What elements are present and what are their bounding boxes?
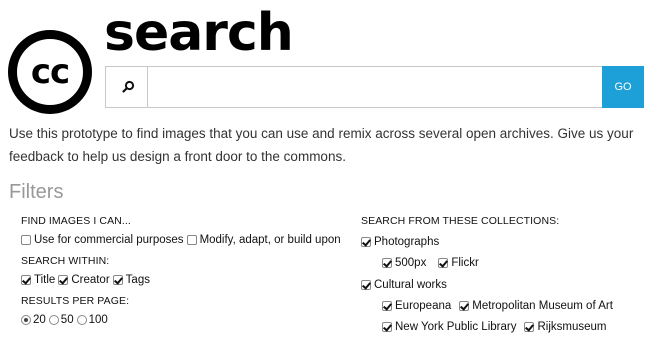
commercial-use-label: Use for commercial purposes (34, 234, 184, 246)
cultural-works-checkbox[interactable] (361, 280, 371, 290)
results-20-option[interactable]: 20 (21, 311, 46, 329)
met-museum-checkbox[interactable] (459, 301, 470, 311)
europeana-checkbox[interactable] (382, 301, 392, 311)
creator-option[interactable]: Creator (58, 271, 110, 289)
page-title: search (104, 3, 294, 63)
commercial-use-checkbox[interactable] (21, 235, 31, 245)
cultural-works-sources-1: Europeana Metropolitan Museum of Art (361, 297, 616, 315)
cultural-works-row: Cultural works (361, 276, 616, 294)
cc-logo: cc (8, 30, 92, 114)
modify-label: Modify, adapt, or build upon (199, 234, 341, 246)
results-100-radio[interactable] (76, 315, 87, 325)
title-option[interactable]: Title (21, 271, 55, 289)
search-input[interactable] (149, 67, 601, 107)
flickr-label: Flickr (451, 257, 479, 269)
photographs-checkbox[interactable] (361, 237, 371, 247)
flickr-checkbox[interactable] (438, 258, 449, 268)
results-100-label: 100 (88, 314, 108, 326)
title-checkbox[interactable] (21, 275, 31, 285)
creator-checkbox[interactable] (58, 275, 69, 285)
500px-option[interactable]: 500px (382, 254, 426, 272)
photographs-option[interactable]: Photographs (361, 233, 439, 251)
met-museum-option[interactable]: Metropolitan Museum of Art (459, 297, 613, 315)
photographs-sources: 500px Flickr (361, 254, 616, 272)
filters-heading: Filters (9, 181, 64, 203)
tags-option[interactable]: Tags (112, 271, 150, 289)
title-label: Title (34, 274, 56, 286)
cc-logo-text: cc (30, 52, 70, 92)
cultural-works-option[interactable]: Cultural works (361, 276, 447, 294)
tags-label: Tags (125, 274, 150, 286)
rijksmuseum-label: Rijksmuseum (537, 321, 607, 333)
search-within-heading: SEARCH WITHIN: (21, 255, 110, 267)
met-museum-label: Metropolitan Museum of Art (472, 300, 613, 312)
500px-checkbox[interactable] (382, 258, 392, 268)
find-images-heading: FIND IMAGES I CAN... (21, 215, 131, 227)
search-icon (122, 80, 135, 93)
rijksmuseum-option[interactable]: Rijksmuseum (524, 318, 606, 336)
results-50-label: 50 (60, 314, 74, 326)
filters-right-column: SEARCH FROM THESE COLLECTIONS: Photograp… (361, 214, 616, 336)
nypl-option[interactable]: New York Public Library (382, 318, 516, 336)
collections-heading: SEARCH FROM THESE COLLECTIONS: (361, 215, 560, 227)
search-box (105, 66, 603, 108)
results-50-option[interactable]: 50 (48, 311, 74, 329)
nypl-checkbox[interactable] (382, 322, 392, 332)
modify-option[interactable]: Modify, adapt, or build upon (186, 231, 341, 249)
modify-checkbox[interactable] (186, 235, 197, 245)
creator-label: Creator (71, 274, 110, 286)
search-icon-cell (106, 67, 148, 107)
results-20-label: 20 (33, 314, 46, 326)
search-within-options: Title Creator Tags (21, 271, 344, 289)
results-20-radio[interactable] (21, 315, 31, 325)
europeana-option[interactable]: Europeana (382, 297, 451, 315)
intro-text: Use this prototype to find images that y… (9, 126, 634, 164)
cultural-works-label: Cultural works (374, 279, 447, 291)
europeana-label: Europeana (395, 300, 452, 312)
photographs-label: Photographs (374, 236, 440, 248)
tags-checkbox[interactable] (112, 275, 123, 285)
go-button[interactable]: GO (602, 66, 644, 108)
results-per-page-heading: RESULTS PER PAGE: (21, 295, 130, 307)
cultural-works-sources-2: New York Public Library Rijksmuseum (361, 318, 616, 336)
results-100-option[interactable]: 100 (76, 311, 108, 329)
photographs-row: Photographs (361, 233, 616, 251)
nypl-label: New York Public Library (395, 321, 517, 333)
commercial-use-option[interactable]: Use for commercial purposes (21, 231, 184, 249)
filters-left-column: FIND IMAGES I CAN... Use for commercial … (21, 214, 344, 329)
find-images-options: Use for commercial purposes Modify, adap… (21, 231, 344, 249)
results-50-radio[interactable] (48, 315, 59, 325)
results-per-page-options: 20 50 100 (21, 311, 344, 329)
rijksmuseum-checkbox[interactable] (524, 322, 535, 332)
flickr-option[interactable]: Flickr (438, 254, 479, 272)
500px-label: 500px (395, 257, 427, 269)
